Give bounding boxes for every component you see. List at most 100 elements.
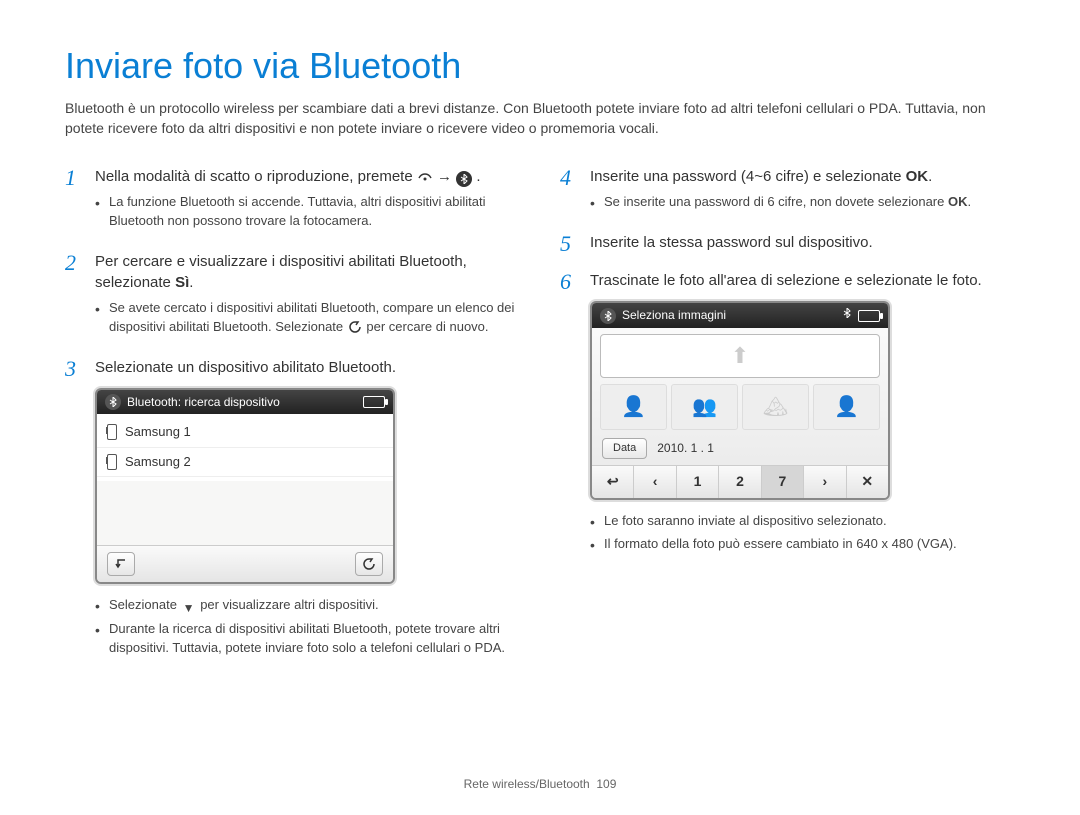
bluetooth-status-icon (842, 308, 852, 323)
person-icon: 👤 (621, 393, 646, 421)
device-row-label: Samsung 1 (125, 423, 191, 441)
step-body: Per cercare e visualizzare i dispositivi… (95, 251, 520, 343)
step-4-bullets: Se inserite una password di 6 cifre, non… (590, 193, 1015, 212)
bullet-text-a: Selezionate (109, 597, 181, 612)
thumbnail[interactable]: 🏔 (742, 384, 809, 430)
chevron-down-icon: ▼ (181, 600, 197, 616)
bullet-bold: OK (948, 194, 968, 209)
device-header: Seleziona immagini (592, 303, 888, 328)
step-1-bullets: La funzione Bluetooth si accende. Tuttav… (95, 193, 520, 231)
bullet-text-b: . (967, 194, 971, 209)
bullet: Se inserite una password di 6 cifre, non… (590, 193, 1015, 212)
step-2-bold: Sì (175, 274, 189, 291)
left-column: 1 Nella modalità di scatto o riproduzion… (65, 166, 520, 678)
footer-prev-button[interactable]: ‹ (634, 466, 676, 498)
step-5-text: Inserite la stessa password sul disposit… (590, 234, 873, 251)
up-arrow-icon: ⬆ (731, 341, 749, 372)
step-number: 1 (65, 166, 85, 237)
device-header-title: Seleziona immagini (622, 307, 726, 324)
footer-page-2[interactable]: 2 (719, 466, 761, 498)
step-5: 5 Inserite la stessa password sul dispos… (560, 232, 1015, 256)
step-body: Nella modalità di scatto o riproduzione,… (95, 166, 520, 237)
footer-page-number: 109 (596, 777, 616, 791)
battery-icon (858, 310, 880, 322)
bullet: Il formato della foto può essere cambiat… (590, 535, 1015, 554)
battery-icon (363, 396, 385, 408)
step-6: 6 Trascinate le foto all'area di selezio… (560, 270, 1015, 559)
bullet-text-b: per visualizzare altri dispositivi. (200, 597, 378, 612)
two-column-layout: 1 Nella modalità di scatto o riproduzion… (65, 166, 1015, 678)
bullet-text-b: per cercare di nuovo. (366, 319, 488, 334)
bullet: La funzione Bluetooth si accende. Tuttav… (95, 193, 520, 231)
landscape-icon: 🏔 (763, 393, 788, 421)
footer-back-button[interactable]: ↩ (592, 466, 634, 498)
step-2-text-a: Per cercare e visualizzare i dispositivi… (95, 253, 467, 291)
step-body: Trascinate le foto all'area di selezione… (590, 270, 1015, 559)
step-1-text-c: . (476, 168, 480, 185)
step-number: 6 (560, 270, 580, 559)
step-1-text-a: Nella modalità di scatto o riproduzione,… (95, 168, 417, 185)
device-screenshot-search: Bluetooth: ricerca dispositivo Samsung 1… (95, 388, 395, 584)
device-screenshot-select: Seleziona immagini ⬆ 👤 👥 (590, 301, 890, 500)
step-4-text-a: Inserite una password (4~6 cifre) e sele… (590, 168, 906, 185)
data-button[interactable]: Data (602, 438, 647, 459)
device-header-title: Bluetooth: ricerca dispositivo (127, 394, 280, 411)
device-footer (97, 545, 393, 582)
bullet: Durante la ricerca di dispositivi abilit… (95, 620, 520, 658)
thumbnail[interactable]: 👥 (671, 384, 738, 430)
back-button[interactable] (107, 552, 135, 576)
device-list: Samsung 1 Samsung 2 (97, 414, 393, 480)
bluetooth-header-icon (600, 308, 616, 324)
bullet: Selezionate ▼ per visualizzare altri dis… (95, 596, 520, 617)
footer-page-7[interactable]: 7 (762, 466, 804, 498)
thumbnail[interactable]: 👤 (813, 384, 880, 430)
phone-icon (107, 454, 117, 470)
right-column: 4 Inserite una password (4~6 cifre) e se… (560, 166, 1015, 678)
date-bar: Data 2010. 1 . 1 (592, 436, 888, 465)
step-3-text: Selezionate un dispositivo abilitato Blu… (95, 359, 396, 376)
footer-next-button[interactable]: › (804, 466, 846, 498)
step-2: 2 Per cercare e visualizzare i dispositi… (65, 251, 520, 343)
refresh-icon (347, 319, 363, 335)
step-number: 5 (560, 232, 580, 256)
bluetooth-header-icon (105, 394, 121, 410)
bullet: Le foto saranno inviate al dispositivo s… (590, 512, 1015, 531)
step-6-text: Trascinate le foto all'area di selezione… (590, 272, 982, 289)
selection-drop-area[interactable]: ⬆ (600, 334, 880, 378)
step-4-text-b: . (928, 168, 932, 185)
device-row-label: Samsung 2 (125, 453, 191, 471)
step-1: 1 Nella modalità di scatto o riproduzion… (65, 166, 520, 237)
step-3: 3 Selezionate un dispositivo abilitato B… (65, 357, 520, 665)
page-title: Inviare foto via Bluetooth (65, 45, 1015, 87)
bullet: Se avete cercato i dispositivi abilitati… (95, 299, 520, 337)
page-footer: Rete wireless/Bluetooth 109 (0, 777, 1080, 791)
wireless-icon (417, 168, 433, 184)
device-row[interactable]: Samsung 2 (97, 448, 393, 477)
step-2-text-b: . (189, 274, 193, 291)
step-4: 4 Inserite una password (4~6 cifre) e se… (560, 166, 1015, 218)
phone-icon (107, 424, 117, 440)
step-number: 2 (65, 251, 85, 343)
step-4-bold: OK (906, 168, 929, 185)
step-body: Inserite la stessa password sul disposit… (590, 232, 1015, 256)
step-1-arrow: → (437, 168, 456, 185)
device-blank-area (97, 481, 393, 545)
device-row[interactable]: Samsung 1 (97, 418, 393, 447)
person-icon: 👤 (834, 393, 859, 421)
thumbnail-strip: 👤 👥 🏔 👤 (600, 384, 880, 430)
step-number: 3 (65, 357, 85, 665)
footer-page-1[interactable]: 1 (677, 466, 719, 498)
device-header: Bluetooth: ricerca dispositivo (97, 390, 393, 415)
intro-text: Bluetooth è un protocollo wireless per s… (65, 99, 1015, 138)
step-body: Inserite una password (4~6 cifre) e sele… (590, 166, 1015, 218)
footer-close-button[interactable]: ✕ (847, 466, 888, 498)
refresh-button[interactable] (355, 552, 383, 576)
footer-section: Rete wireless/Bluetooth (464, 777, 590, 791)
thumbnail[interactable]: 👤 (600, 384, 667, 430)
step-2-bullets: Se avete cercato i dispositivi abilitati… (95, 299, 520, 337)
step-body: Selezionate un dispositivo abilitato Blu… (95, 357, 520, 665)
date-value: 2010. 1 . 1 (657, 440, 714, 457)
device-footer: ↩ ‹ 1 2 7 › ✕ (592, 465, 888, 498)
step-3-after-bullets: Selezionate ▼ per visualizzare altri dis… (95, 596, 520, 658)
people-icon: 👥 (692, 393, 717, 421)
